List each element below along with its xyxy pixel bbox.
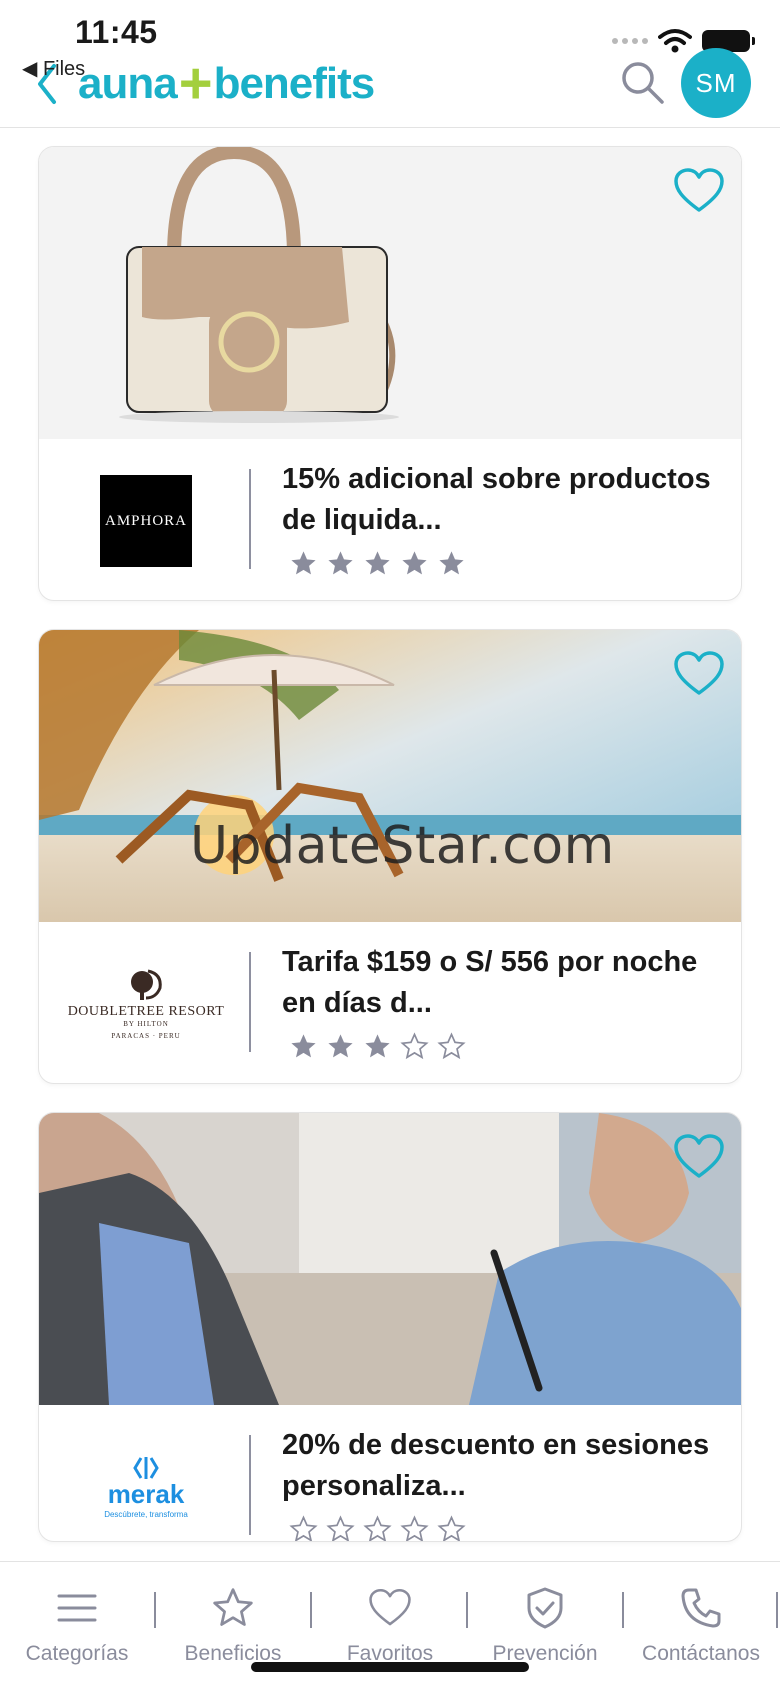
- offer-body: merak Descúbrete, transforma 20% de desc…: [39, 1405, 741, 1541]
- brand-subtitle: BY HILTON: [123, 1020, 169, 1028]
- tab-contactanos[interactable]: Contáctanos: [626, 1586, 776, 1666]
- brand-name: merak: [107, 1479, 185, 1509]
- star-icon: [213, 1588, 253, 1626]
- star-filled-icon: [365, 551, 390, 575]
- heart-icon: [369, 1588, 411, 1626]
- tab-separator: [776, 1592, 778, 1628]
- back-to-files-link[interactable]: ◀ Files: [22, 56, 85, 81]
- tab-label: Categorías: [25, 1642, 129, 1665]
- rating-stars: [289, 549, 466, 578]
- brand-location: PARACAS · PERU: [111, 1032, 181, 1040]
- logo-plus: +: [178, 51, 213, 116]
- star-filled-icon: [402, 551, 427, 575]
- divider: [249, 469, 251, 569]
- offer-card[interactable]: AMPHORA 15% adicional sobre productos de…: [38, 146, 742, 601]
- star-empty-icon: [400, 1515, 429, 1541]
- tab-separator: [622, 1592, 624, 1628]
- watermark: UpdateStar.com: [190, 816, 615, 876]
- offer-body: DOUBLETREE RESORT BY HILTON PARACAS · PE…: [39, 922, 741, 1083]
- favorite-heart-icon[interactable]: [673, 650, 725, 698]
- rating-stars: [289, 1032, 466, 1061]
- phone-icon: [681, 1588, 721, 1628]
- merak-symbol-icon: [133, 1457, 159, 1479]
- tab-separator: [154, 1592, 156, 1628]
- star-empty-icon: [289, 1515, 318, 1541]
- search-icon[interactable]: [618, 58, 666, 106]
- menu-icon: [57, 1594, 97, 1622]
- logo-benefits-text: benefits: [213, 59, 376, 108]
- star-filled-icon: [365, 1034, 390, 1058]
- star-empty-icon: [437, 1515, 466, 1541]
- offer-image-handbag: [39, 147, 741, 439]
- home-indicator[interactable]: [251, 1662, 529, 1672]
- brand-logo-doubletree: DOUBLETREE RESORT BY HILTON PARACAS · PE…: [59, 942, 233, 1066]
- brand-logo-amphora: AMPHORA: [59, 459, 233, 583]
- star-filled-icon: [291, 1034, 316, 1058]
- offer-title: 15% adicional sobre productos de liquida…: [282, 463, 711, 536]
- favorite-heart-icon[interactable]: [673, 1133, 725, 1181]
- offer-image-beach: [39, 630, 741, 922]
- tab-favoritos[interactable]: Favoritos: [315, 1586, 465, 1666]
- brand-name: DOUBLETREE RESORT: [67, 1004, 225, 1019]
- meeting-illustration: [39, 1113, 741, 1405]
- brand-logo-merak: merak Descúbrete, transforma: [59, 1425, 233, 1541]
- star-empty-icon: [437, 1032, 466, 1060]
- star-empty-icon: [326, 1515, 355, 1541]
- tab-separator: [466, 1592, 468, 1628]
- tab-separator: [310, 1592, 312, 1628]
- doubletree-tree-icon: [131, 969, 162, 1000]
- beach-illustration: [39, 630, 741, 922]
- divider: [249, 952, 251, 1052]
- star-filled-icon: [439, 551, 464, 575]
- rating-stars: [289, 1515, 466, 1541]
- tab-label: Contáctanos: [642, 1642, 760, 1665]
- offer-title: Tarifa $159 o S/ 556 por noche en días d…: [282, 946, 698, 1019]
- favorite-heart-icon[interactable]: [673, 167, 725, 215]
- offer-title: 20% de descuento en sesiones personaliza…: [282, 1429, 710, 1502]
- offer-body: AMPHORA 15% adicional sobre productos de…: [39, 439, 741, 600]
- star-filled-icon: [328, 1034, 353, 1058]
- handbag-illustration: [39, 147, 741, 439]
- star-empty-icon: [400, 1032, 429, 1060]
- tab-prevencion[interactable]: Prevención: [470, 1586, 620, 1666]
- star-empty-icon: [363, 1515, 392, 1541]
- divider: [249, 1435, 251, 1535]
- star-filled-icon: [291, 551, 316, 575]
- shield-check-icon: [527, 1587, 563, 1629]
- logo-auna-text: auna: [78, 59, 178, 108]
- tab-categorias[interactable]: Categorías: [2, 1586, 152, 1666]
- auna-benefits-logo[interactable]: auna + benefits: [78, 51, 376, 116]
- app-header: auna + benefits SM: [0, 40, 780, 128]
- brand-name: AMPHORA: [104, 512, 187, 529]
- user-avatar[interactable]: SM: [681, 48, 751, 118]
- offer-image-meeting: [39, 1113, 741, 1405]
- brand-tagline: Descúbrete, transforma: [104, 1510, 188, 1519]
- offer-card[interactable]: merak Descúbrete, transforma 20% de desc…: [38, 1112, 742, 1542]
- star-filled-icon: [328, 551, 353, 575]
- tab-beneficios[interactable]: Beneficios: [158, 1586, 308, 1666]
